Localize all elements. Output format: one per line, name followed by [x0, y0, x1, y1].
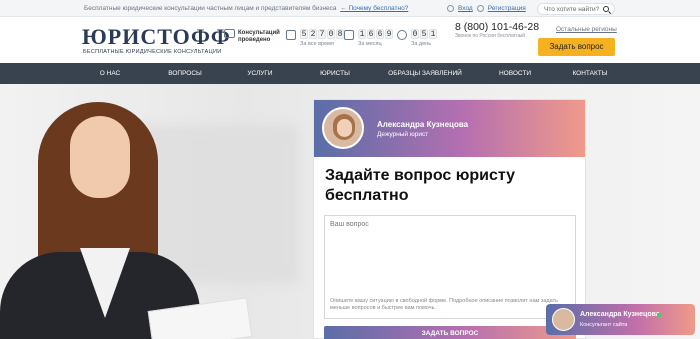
digit: 1	[358, 29, 366, 39]
digit: 5	[300, 29, 308, 39]
stat-day: 0 5 1 За день	[411, 29, 437, 47]
submit-question-button[interactable]: ЗАДАТЬ ВОПРОС	[324, 326, 576, 339]
logo-subtitle: БЕСПЛАТНЫЕ ЮРИДИЧЕСКИЕ КОНСУЛЬТАЦИИ	[83, 49, 222, 55]
phone-caption: Звонок по России бесплатный	[455, 33, 526, 39]
stat-caption: За день	[411, 41, 432, 47]
digit: 1	[429, 29, 437, 39]
question-form: Александра Кузнецова Дежурный юрист Зада…	[313, 99, 586, 339]
user-icon	[447, 5, 454, 12]
nav-item-news[interactable]: НОВОСТИ	[478, 63, 553, 84]
lawyer-name: Александра Кузнецова	[377, 120, 469, 129]
digit: 5	[420, 29, 428, 39]
search-placeholder: Что хотите найти?	[544, 6, 600, 13]
stat-all-time: 5 2 7 0 8 За все время	[300, 29, 344, 47]
register-link[interactable]: Регистрация	[488, 5, 526, 12]
why-free-link[interactable]: ← Почему бесплатно?	[340, 5, 408, 12]
stat-caption: За все время	[300, 41, 334, 47]
digit: 9	[385, 29, 393, 39]
consultant-avatar	[552, 308, 575, 331]
stat-caption: За месяц	[358, 41, 382, 47]
top-info: Бесплатные юридические консультации част…	[84, 5, 408, 12]
lawyer-avatar	[322, 107, 364, 149]
question-textarea[interactable]: Ваш вопрос Опишите вашу ситуацию в свобо…	[324, 215, 576, 319]
chat-icon	[224, 29, 235, 38]
auth-links: Вход Регистрация	[447, 5, 526, 12]
main-nav: О НАС ВОПРОСЫ УСЛУГИ ЮРИСТЫ ОБРАЗЦЫ ЗАЯВ…	[0, 63, 700, 84]
consult-label-line2: проведено	[238, 37, 271, 43]
chat-widget[interactable]: Александра Кузнецова Консультант сайта	[546, 304, 695, 335]
search-input[interactable]: Что хотите найти?	[537, 3, 615, 15]
search-icon[interactable]	[603, 6, 609, 12]
clock-icon	[397, 30, 407, 40]
form-title: Задайте вопрос юристу бесплатно	[325, 167, 516, 204]
nav-item-services[interactable]: УСЛУГИ	[223, 63, 298, 84]
online-status-icon	[657, 313, 661, 317]
stat-month: 1 6 6 9 За месяц	[358, 29, 393, 47]
ask-question-button[interactable]: Задать вопрос	[538, 38, 615, 56]
question-hint: Опишите вашу ситуацию в свободной форме.…	[330, 298, 558, 311]
consult-label: Консультаций проведено	[238, 30, 280, 44]
digit: 6	[367, 29, 375, 39]
top-info-text: Бесплатные юридические консультации част…	[84, 5, 337, 12]
digit: 7	[318, 29, 326, 39]
digit: 0	[327, 29, 335, 39]
why-free-label: Почему бесплатно?	[348, 5, 409, 12]
logo[interactable]: ЮРИСТОФФ	[82, 24, 231, 50]
login-link[interactable]: Вход	[458, 5, 473, 12]
calendar-icon	[344, 30, 354, 40]
digit: 2	[309, 29, 317, 39]
consultant-name: Александра Кузнецова	[580, 311, 660, 318]
counter-month: 1 6 6 9	[358, 29, 393, 39]
nav-item-lawyers[interactable]: ЮРИСТЫ	[298, 63, 373, 84]
consultant-status: Консультант сайта	[580, 322, 628, 328]
form-header: Александра Кузнецова Дежурный юрист	[314, 100, 585, 157]
counter-all-time: 5 2 7 0 8	[300, 29, 344, 39]
nav-item-templates[interactable]: ОБРАЗЦЫ ЗАЯВЛЕНИЙ	[373, 63, 478, 84]
top-bar: Бесплатные юридические консультации част…	[0, 0, 700, 17]
digit: 6	[376, 29, 384, 39]
regions-link[interactable]: Остальные регионы	[556, 26, 617, 33]
counter-day: 0 5 1	[411, 29, 437, 39]
lawyer-photo-face	[70, 116, 130, 198]
register-icon	[476, 5, 484, 12]
nav-item-questions[interactable]: ВОПРОСЫ	[148, 63, 223, 84]
header: ЮРИСТОФФ БЕСПЛАТНЫЕ ЮРИДИЧЕСКИЕ КОНСУЛЬТ…	[0, 17, 700, 63]
nav-item-contacts[interactable]: КОНТАКТЫ	[553, 63, 628, 84]
digit: 0	[411, 29, 419, 39]
question-placeholder: Ваш вопрос	[330, 221, 369, 228]
phone-number[interactable]: 8 (800) 101-46-28	[455, 21, 539, 33]
nav-item-about[interactable]: О НАС	[73, 63, 148, 84]
digit: 8	[336, 29, 344, 39]
lawyer-role: Дежурный юрист	[377, 131, 429, 138]
consult-label-line1: Консультаций	[238, 30, 280, 36]
calendar-icon	[286, 30, 296, 40]
